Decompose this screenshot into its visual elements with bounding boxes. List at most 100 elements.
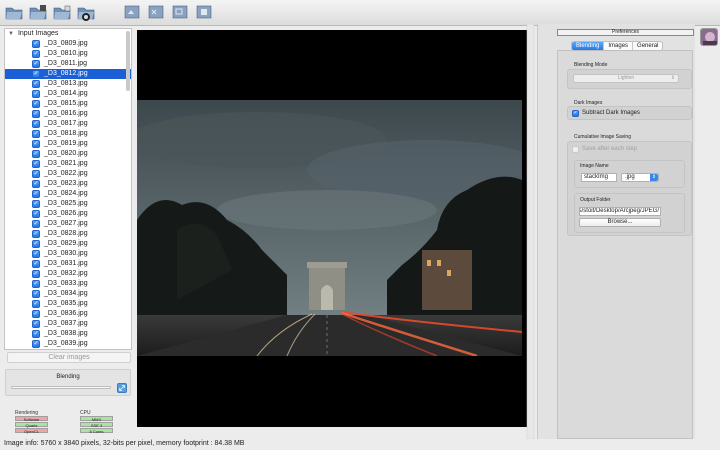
- image-filename: _D3_0812.jpg: [44, 70, 88, 77]
- list-item[interactable]: ✓ _D3_0812.jpg: [5, 69, 131, 79]
- cpu-badge: MMX: [80, 416, 113, 422]
- image-checkbox[interactable]: ✓: [32, 90, 40, 98]
- rendering-badge: OpenCL: [15, 428, 48, 434]
- image-checkbox[interactable]: ✓: [32, 200, 40, 208]
- list-item[interactable]: ✓ _D3_0820.jpg: [5, 149, 131, 159]
- blending-mode-select[interactable]: Lighten ⇕: [573, 74, 679, 83]
- image-checkbox[interactable]: ✓: [32, 160, 40, 168]
- list-scrollbar[interactable]: [126, 31, 130, 91]
- image-checkbox[interactable]: ✓: [32, 60, 40, 68]
- app-icon[interactable]: [700, 28, 718, 46]
- output-folder-input[interactable]: /Users/stoit/Desktop/Arcjpeg/JPEG: [579, 207, 661, 216]
- list-item[interactable]: ✓ _D3_0813.jpg: [5, 79, 131, 89]
- list-item[interactable]: ✓ _D3_0829.jpg: [5, 239, 131, 249]
- subtract-dark-checkbox[interactable]: ✓: [572, 110, 579, 117]
- process-folder-icon[interactable]: [77, 3, 95, 21]
- list-item[interactable]: ✓ _D3_0828.jpg: [5, 229, 131, 239]
- clear-images-button[interactable]: Clear images: [7, 352, 131, 363]
- list-item[interactable]: ✓ _D3_0837.jpg: [5, 319, 131, 329]
- image-checkbox[interactable]: ✓: [32, 280, 40, 288]
- list-item[interactable]: ✓ _D3_0823.jpg: [5, 179, 131, 189]
- image-checkbox[interactable]: ✓: [32, 290, 40, 298]
- image-checkbox[interactable]: ✓: [32, 330, 40, 338]
- list-item[interactable]: ✓ _D3_0839.jpg: [5, 339, 131, 349]
- image-checkbox[interactable]: ✓: [32, 260, 40, 268]
- image-checkbox[interactable]: ✓: [32, 120, 40, 128]
- image-checkbox[interactable]: ✓: [32, 240, 40, 248]
- tab-general[interactable]: General: [633, 42, 662, 50]
- add-folder-icon[interactable]: [29, 3, 47, 21]
- list-item[interactable]: ✓ _D3_0817.jpg: [5, 119, 131, 129]
- open-folder-icon[interactable]: [5, 3, 23, 21]
- image-checkbox[interactable]: ✓: [32, 340, 40, 348]
- list-item[interactable]: ✓ _D3_0838.jpg: [5, 329, 131, 339]
- image-checkbox[interactable]: ✓: [32, 80, 40, 88]
- list-item[interactable]: ✓ _D3_0816.jpg: [5, 109, 131, 119]
- vertical-scrollbar[interactable]: [525, 23, 536, 440]
- extension-select[interactable]: .jpg ⇕: [621, 173, 659, 182]
- list-item[interactable]: ✓ _D3_0835.jpg: [5, 299, 131, 309]
- list-item[interactable]: ✓ _D3_0826.jpg: [5, 209, 131, 219]
- list-item[interactable]: ✓ _D3_0814.jpg: [5, 89, 131, 99]
- list-item[interactable]: ✓ _D3_0825.jpg: [5, 199, 131, 209]
- list-item[interactable]: ✓ _D3_0809.jpg: [5, 39, 131, 49]
- zoom-in-icon[interactable]: [147, 3, 165, 21]
- image-checkbox[interactable]: ✓: [32, 250, 40, 258]
- list-item[interactable]: ✓ _D3_0836.jpg: [5, 309, 131, 319]
- image-checkbox[interactable]: ✓: [32, 190, 40, 198]
- image-checkbox[interactable]: ✓: [32, 70, 40, 78]
- image-checkbox[interactable]: ✓: [32, 310, 40, 318]
- image-name-input[interactable]: stackImg: [581, 173, 617, 182]
- list-item[interactable]: ✓ _D3_0811.jpg: [5, 59, 131, 69]
- list-item[interactable]: ✓ _D3_0821.jpg: [5, 159, 131, 169]
- image-filename: _D3_0833.jpg: [44, 280, 88, 287]
- list-item[interactable]: ✓ _D3_0815.jpg: [5, 99, 131, 109]
- input-images-root[interactable]: ▼ Input Images: [5, 29, 131, 39]
- list-item[interactable]: ✓ _D3_0833.jpg: [5, 279, 131, 289]
- input-images-panel[interactable]: ▼ Input Images ✓ _D3_0809.jpg ✓ _D3_0810.jp…: [4, 28, 132, 350]
- browse-button[interactable]: Browse...: [579, 218, 661, 227]
- zoom-out-icon[interactable]: [171, 3, 189, 21]
- image-checkbox[interactable]: ✓: [32, 40, 40, 48]
- image-checkbox[interactable]: ✓: [32, 180, 40, 188]
- image-checkbox[interactable]: ✓: [32, 100, 40, 108]
- image-checkbox[interactable]: ✓: [32, 300, 40, 308]
- image-list: ✓ _D3_0809.jpg ✓ _D3_0810.jpg ✓ _D3_0811.jpg ✓…: [5, 39, 131, 349]
- rotate-left-icon[interactable]: [123, 3, 141, 21]
- image-checkbox[interactable]: ✓: [32, 270, 40, 278]
- image-checkbox[interactable]: ✓: [32, 150, 40, 158]
- image-checkbox[interactable]: ✓: [32, 110, 40, 118]
- save-each-step-checkbox[interactable]: [572, 146, 579, 153]
- tab-images[interactable]: Images: [604, 42, 634, 50]
- list-item[interactable]: ✓ _D3_0832.jpg: [5, 269, 131, 279]
- list-item[interactable]: ✓ _D3_0827.jpg: [5, 219, 131, 229]
- image-checkbox[interactable]: ✓: [32, 210, 40, 218]
- tab-blending[interactable]: Blending: [572, 42, 605, 50]
- list-item[interactable]: ✓ _D3_0830.jpg: [5, 249, 131, 259]
- disclosure-triangle-icon[interactable]: ▼: [8, 29, 16, 39]
- list-item[interactable]: ✓ _D3_0818.jpg: [5, 129, 131, 139]
- image-checkbox[interactable]: ✓: [32, 170, 40, 178]
- image-checkbox[interactable]: ✓: [32, 230, 40, 238]
- extension-value: .jpg: [625, 174, 635, 180]
- image-preview[interactable]: [137, 30, 527, 427]
- list-item[interactable]: ✓ _D3_0810.jpg: [5, 49, 131, 59]
- image-checkbox[interactable]: ✓: [32, 320, 40, 328]
- list-item[interactable]: ✓ _D3_0824.jpg: [5, 189, 131, 199]
- list-item[interactable]: ✓ _D3_0831.jpg: [5, 259, 131, 269]
- image-checkbox[interactable]: ✓: [32, 220, 40, 228]
- save-folder-icon[interactable]: [53, 3, 71, 21]
- list-item[interactable]: ✓ _D3_0834.jpg: [5, 289, 131, 299]
- image-checkbox[interactable]: ✓: [32, 50, 40, 58]
- image-name-group: Image Name stackImg .jpg ⇕: [574, 160, 685, 188]
- fit-view-icon[interactable]: [195, 3, 213, 21]
- list-item[interactable]: ✓ _D3_0819.jpg: [5, 139, 131, 149]
- image-checkbox[interactable]: ✓: [32, 130, 40, 138]
- image-checkbox[interactable]: ✓: [32, 140, 40, 148]
- image-filename: _D3_0824.jpg: [44, 190, 88, 197]
- image-filename: _D3_0836.jpg: [44, 310, 88, 317]
- list-item[interactable]: ✓ _D3_0822.jpg: [5, 169, 131, 179]
- blend-stop-button[interactable]: [117, 383, 127, 393]
- image-filename: _D3_0827.jpg: [44, 220, 88, 227]
- image-filename: _D3_0835.jpg: [44, 300, 88, 307]
